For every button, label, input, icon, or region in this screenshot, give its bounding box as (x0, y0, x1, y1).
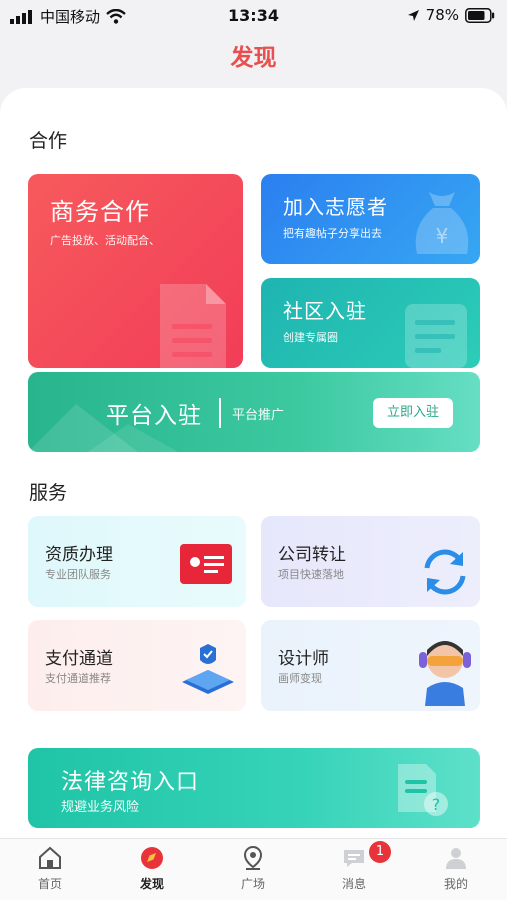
page-title: 发现 (230, 45, 277, 71)
refresh-icon (424, 549, 466, 595)
header: 发现 (0, 32, 507, 84)
business-cooperation-title: 商务合作 (50, 198, 150, 226)
legal-consult-title: 法律咨询入口 (61, 770, 200, 795)
legal-consult-card[interactable]: 法律咨询入口 规避业务风险 ? (28, 748, 480, 828)
business-cooperation-card[interactable]: 商务合作 广告投放、活动配合、 (28, 174, 243, 368)
settle-now-button[interactable]: 立即入驻 (373, 398, 453, 428)
tab-label: 发现 (139, 877, 164, 891)
pin-icon (243, 845, 263, 870)
platform-settle-title: 平台入驻 (106, 403, 202, 429)
service-title: 设计师 (278, 649, 329, 669)
battery-icon (465, 7, 495, 23)
tab-label: 我的 (443, 877, 468, 891)
status-right: 78% (407, 6, 495, 24)
tab-label: 消息 (341, 877, 366, 891)
compass-icon (141, 847, 163, 869)
user-icon (446, 848, 466, 869)
community-subtitle: 创建专属圈 (283, 331, 338, 344)
shield-chip-icon (182, 644, 234, 694)
service-subtitle: 画师变现 (278, 672, 322, 685)
tab-square[interactable]: 广场 (213, 845, 293, 892)
service-card-qualification[interactable]: 资质办理 专业团队服务 (28, 516, 246, 607)
document-icon (160, 284, 226, 368)
volunteer-title: 加入志愿者 (283, 195, 388, 219)
community-card[interactable]: 社区入驻 创建专属圈 (261, 278, 480, 368)
platform-settle-subtitle: 平台推广 (232, 408, 285, 423)
avatar-character-icon (419, 641, 471, 706)
svg-text:?: ? (432, 795, 441, 814)
volunteer-subtitle: 把有趣帖子分享出去 (283, 227, 382, 240)
message-icon (344, 850, 364, 867)
status-bar: 中国移动 13:34 78% (0, 0, 507, 32)
platform-settle-card[interactable]: 平台入驻 平台推广 立即入驻 (28, 372, 480, 452)
document-question-icon: ? (398, 764, 448, 816)
services-section-title: 服务 (29, 482, 68, 504)
community-title: 社区入驻 (283, 299, 367, 323)
cooperation-section-title: 合作 (29, 130, 68, 152)
platform-divider (219, 398, 221, 428)
service-card-payment-channel[interactable]: 支付通道 支付通道推荐 (28, 620, 246, 711)
tab-label: 广场 (240, 877, 265, 891)
tab-home[interactable]: 首页 (10, 845, 90, 892)
battery-percent: 78% (425, 6, 459, 24)
svg-text:¥: ¥ (436, 224, 449, 248)
volunteer-card[interactable]: 加入志愿者 把有趣帖子分享出去 ¥ (261, 174, 480, 264)
messages-badge: 1 (369, 841, 391, 863)
service-subtitle: 支付通道推荐 (45, 672, 111, 685)
location-arrow-icon (407, 9, 419, 21)
legal-consult-subtitle: 规避业务风险 (61, 800, 140, 815)
list-card-icon (405, 304, 467, 368)
home-icon (39, 846, 61, 869)
service-title: 资质办理 (45, 545, 113, 565)
business-cooperation-subtitle: 广告投放、活动配合、 (50, 234, 160, 247)
tab-label: 首页 (37, 877, 62, 891)
service-card-company-transfer[interactable]: 公司转让 项目快速落地 (261, 516, 480, 607)
service-title: 支付通道 (45, 649, 113, 669)
service-title: 公司转让 (278, 545, 346, 565)
service-card-designer[interactable]: 设计师 画师变现 (261, 620, 480, 711)
id-card-icon (180, 544, 232, 584)
tab-discover[interactable]: 发现 (112, 845, 192, 892)
tab-bar: 首页 发现 广场 消息 我的 (0, 838, 507, 900)
service-subtitle: 项目快速落地 (278, 568, 344, 581)
service-subtitle: 专业团队服务 (45, 568, 111, 581)
money-bag-icon: ¥ (415, 192, 469, 254)
tab-profile[interactable]: 我的 (416, 845, 496, 892)
